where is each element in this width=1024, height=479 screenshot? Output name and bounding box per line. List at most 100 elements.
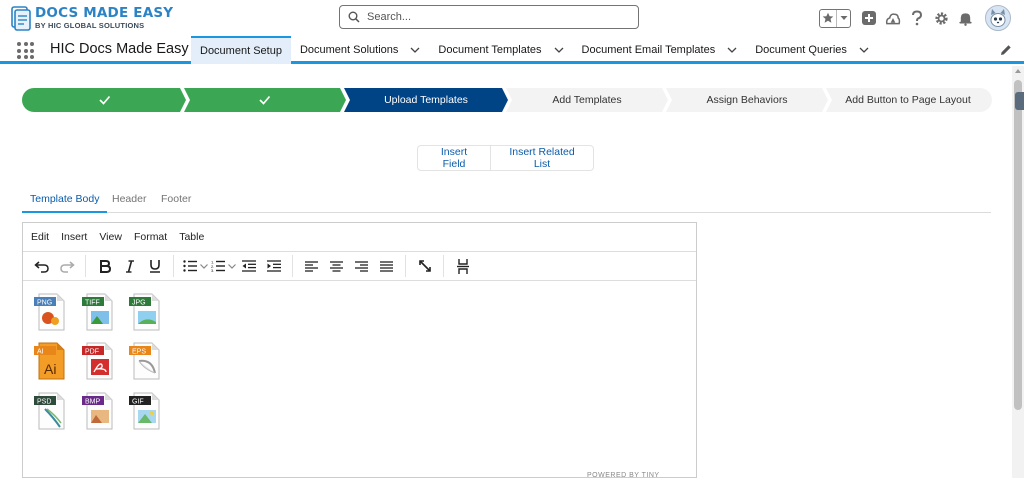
page-scrollbar[interactable] — [1012, 66, 1024, 478]
scrollbar-thumb[interactable] — [1014, 80, 1022, 410]
page-break-icon[interactable] — [450, 255, 475, 277]
menu-format[interactable]: Format — [134, 231, 167, 243]
menu-table[interactable]: Table — [179, 231, 204, 243]
global-search[interactable] — [339, 5, 639, 29]
edit-nav-pencil-icon[interactable] — [1000, 44, 1012, 56]
toolbar-divider — [292, 255, 293, 277]
nav-tab-label: Document Setup — [200, 45, 282, 57]
path-step-5-label: Assign Behaviors — [706, 94, 788, 106]
chevron-down-icon[interactable] — [410, 45, 420, 55]
toolbar-divider — [85, 255, 86, 277]
app-name: HIC Docs Made Easy — [50, 41, 189, 57]
chevron-down-icon[interactable] — [228, 255, 236, 277]
tiff-file-icon: TIFF — [81, 290, 115, 332]
nav-tab-document-setup[interactable]: Document Setup — [191, 36, 291, 64]
rich-text-editor: Edit Insert View Format Table 1. 2. 3. P… — [22, 222, 697, 478]
tab-label: Template Body — [30, 192, 100, 205]
nav-tabs: Document Setup Document Solutions Docume… — [191, 36, 878, 64]
numbered-list-icon[interactable]: 1. 2. 3. — [208, 255, 228, 277]
star-icon[interactable] — [820, 9, 837, 27]
insert-button-group: Insert Field Insert Related List — [417, 145, 594, 171]
menu-insert[interactable]: Insert — [61, 231, 87, 243]
nav-tab-document-solutions[interactable]: Document Solutions — [291, 36, 429, 64]
italic-icon[interactable] — [117, 255, 142, 277]
docs-logo-icon — [10, 5, 32, 31]
chevron-down-icon[interactable] — [200, 255, 208, 277]
chevron-down-icon[interactable] — [727, 45, 737, 55]
avatar-icon[interactable] — [985, 5, 1011, 31]
ai-file-icon: AI Ai — [33, 339, 67, 381]
bold-icon[interactable] — [92, 255, 117, 277]
align-justify-icon[interactable] — [374, 255, 399, 277]
align-left-icon[interactable] — [299, 255, 324, 277]
toolbar-divider — [173, 255, 174, 277]
search-icon — [348, 11, 360, 23]
tab-template-body[interactable]: Template Body — [22, 186, 108, 213]
psd-file-icon: PSD — [33, 389, 67, 431]
redo-icon[interactable] — [54, 255, 79, 277]
svg-text:Ai: Ai — [44, 361, 56, 377]
file-type-label: JPG — [132, 300, 146, 307]
undo-icon[interactable] — [29, 255, 54, 277]
chevron-down-icon[interactable] — [859, 45, 869, 55]
tab-footer[interactable]: Footer — [161, 186, 191, 212]
align-right-icon[interactable] — [349, 255, 374, 277]
file-type-label: TIFF — [85, 300, 100, 307]
nav-tab-label: Document Queries — [755, 44, 847, 56]
nav-tab-document-email-templates[interactable]: Document Email Templates — [573, 36, 747, 64]
tab-label: Footer — [161, 193, 192, 205]
tab-label: Header — [112, 193, 147, 205]
tab-header[interactable]: Header — [112, 186, 146, 212]
bullet-list-icon[interactable] — [180, 255, 200, 277]
scroll-up-arrow-icon[interactable] — [1015, 69, 1021, 73]
nav-tab-document-templates[interactable]: Document Templates — [429, 36, 572, 64]
side-panel-handle[interactable] — [1015, 92, 1024, 110]
path-step-1[interactable] — [22, 88, 186, 112]
numbered-list-split-button[interactable]: 1. 2. 3. — [208, 255, 236, 277]
editor-content-area[interactable]: PNG TIFF JPG AI Ai PDF EPS PSD BMP GIF — [23, 282, 696, 472]
fullscreen-icon[interactable] — [412, 255, 437, 277]
menu-view[interactable]: View — [99, 231, 122, 243]
setup-progress-path: Upload Templates Add Templates Assign Be… — [22, 88, 992, 112]
editor-toolbar: 1. 2. 3. — [23, 252, 696, 281]
favorites-button-group[interactable] — [819, 8, 851, 28]
chevron-down-icon[interactable] — [554, 45, 564, 55]
eps-file-icon: EPS — [128, 339, 162, 381]
trailhead-icon[interactable] — [885, 10, 901, 26]
bmp-file-icon: BMP — [81, 389, 115, 431]
insert-related-list-button[interactable]: Insert Related List — [491, 145, 594, 171]
help-icon[interactable] — [909, 10, 925, 26]
logo-subtitle: BY HIC GLOBAL SOLUTIONS — [35, 21, 145, 30]
app-logo[interactable]: DOCS MADE EASY BY HIC GLOBAL SOLUTIONS — [10, 4, 173, 32]
toolbar-divider — [405, 255, 406, 277]
setup-gear-icon[interactable] — [933, 10, 949, 26]
chevron-down-icon[interactable] — [837, 10, 850, 27]
app-launcher-icon[interactable] — [17, 42, 34, 59]
add-icon[interactable] — [861, 10, 877, 26]
underline-icon[interactable] — [142, 255, 167, 277]
file-type-label: GIF — [132, 399, 144, 406]
nav-tab-label: Document Solutions — [299, 44, 399, 56]
path-step-6-label: Add Button to Page Layout — [845, 94, 971, 106]
notifications-bell-icon[interactable] — [957, 10, 973, 26]
editor-menubar: Edit Insert View Format Table — [23, 223, 696, 252]
nav-tab-document-queries[interactable]: Document Queries — [746, 36, 878, 64]
align-center-icon[interactable] — [324, 255, 349, 277]
nav-tab-label: Document Email Templates — [581, 44, 716, 56]
file-type-label: PSD — [37, 399, 51, 406]
file-type-label: BMP — [85, 399, 101, 406]
png-file-icon: PNG — [33, 290, 67, 332]
bullet-list-split-button[interactable] — [180, 255, 208, 277]
svg-text:3.: 3. — [211, 268, 214, 272]
pdf-file-icon: PDF — [81, 339, 115, 381]
nav-tab-label: Document Templates — [438, 44, 542, 56]
global-header: DOCS MADE EASY BY HIC GLOBAL SOLUTIONS — [0, 0, 1024, 36]
menu-edit[interactable]: Edit — [31, 231, 49, 243]
indent-icon[interactable] — [261, 255, 286, 277]
path-step-3-label: Upload Templates — [384, 94, 468, 106]
insert-field-button[interactable]: Insert Field — [417, 145, 491, 171]
outdent-icon[interactable] — [236, 255, 261, 277]
search-input[interactable] — [367, 11, 617, 23]
gif-file-icon: GIF — [128, 389, 162, 431]
path-step-2[interactable] — [184, 88, 346, 112]
